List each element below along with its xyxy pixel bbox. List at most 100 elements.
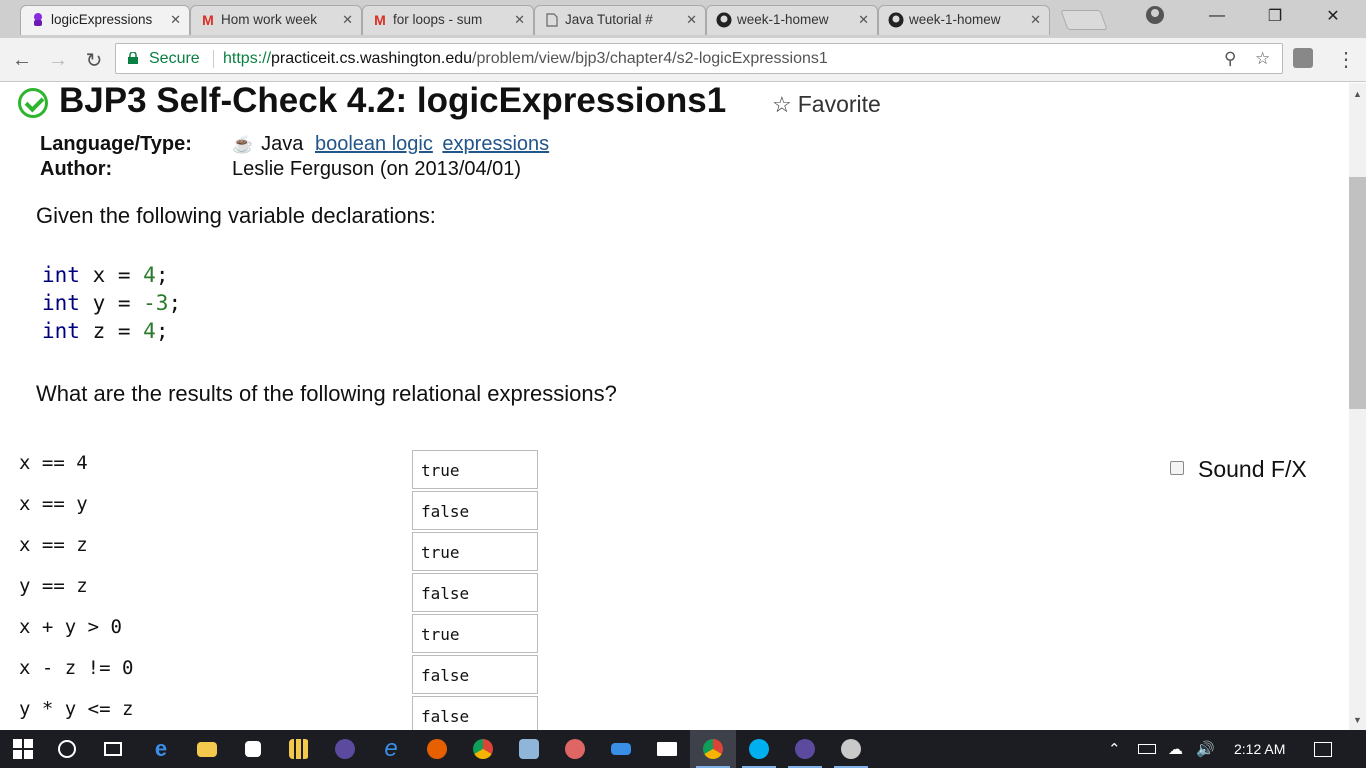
purple-bug-icon: [30, 12, 46, 28]
answer-input[interactable]: true: [412, 450, 538, 489]
edge-icon[interactable]: e: [138, 730, 184, 768]
tab-title: logicExpressions1: [51, 12, 153, 27]
github-icon: [888, 12, 904, 28]
tab-logic-expressions[interactable]: logicExpressions1 ✕: [20, 5, 190, 35]
bookmark-star-icon[interactable]: ☆: [1255, 44, 1270, 73]
cortana-icon[interactable]: [44, 730, 90, 768]
tab-title: week-1-homew: [909, 12, 1001, 27]
chrome-icon[interactable]: [460, 730, 506, 768]
url-text: https://practiceit.cs.washington.edu/pro…: [223, 50, 828, 67]
windows-logo-icon: [13, 739, 33, 759]
author-value: Leslie Ferguson (on 2013/04/01): [232, 158, 522, 180]
scroll-thumb[interactable]: [1349, 177, 1366, 409]
battery-icon[interactable]: [1138, 730, 1156, 768]
reload-icon[interactable]: ↻: [80, 46, 108, 74]
photos-icon[interactable]: [506, 730, 552, 768]
tab-strip: logicExpressions1 ✕ M Hom work week ✕ M …: [0, 0, 1366, 38]
answer-input[interactable]: true: [412, 532, 538, 571]
expression-label: x - z != 0: [19, 657, 134, 679]
start-button[interactable]: [0, 730, 46, 768]
browser-toolbar: ← → ↻ Secure https://practiceit.cs.washi…: [0, 38, 1366, 82]
chrome-active-icon[interactable]: [690, 730, 736, 768]
close-icon[interactable]: ✕: [342, 6, 353, 34]
tag-boolean-logic[interactable]: boolean logic: [315, 133, 433, 155]
sound-fx-toggle[interactable]: Sound F/X: [1170, 456, 1307, 483]
task-view-icon[interactable]: [90, 730, 136, 768]
firefox-icon[interactable]: [414, 730, 460, 768]
close-icon[interactable]: ✕: [686, 6, 697, 34]
java-icon[interactable]: [598, 730, 644, 768]
intro-text: Given the following variable declaration…: [36, 203, 436, 228]
answer-input[interactable]: false: [412, 696, 538, 730]
eclipse-icon[interactable]: [322, 730, 368, 768]
solved-check-icon: [18, 88, 48, 118]
scroll-up-icon[interactable]: ▲: [1349, 85, 1366, 102]
favorite-label: Favorite: [797, 91, 881, 117]
apps-grid-icon[interactable]: [276, 730, 322, 768]
expression-label: y * y <= z: [19, 698, 134, 720]
back-icon[interactable]: ←: [8, 46, 36, 74]
address-bar[interactable]: Secure https://practiceit.cs.washington.…: [115, 43, 1283, 74]
mail-icon[interactable]: [644, 730, 690, 768]
tab-week-1-homework[interactable]: week-1-homew ✕: [706, 5, 878, 35]
language-name: Java: [261, 133, 304, 155]
author-label: Author:: [40, 158, 113, 180]
tag-expressions[interactable]: expressions: [442, 133, 549, 155]
sound-fx-checkbox[interactable]: [1170, 461, 1184, 475]
file-explorer-icon[interactable]: [184, 730, 230, 768]
tab-title: week-1-homew: [737, 12, 829, 27]
menu-icon[interactable]: ⋮: [1336, 46, 1356, 74]
expression-label: y == z: [19, 575, 88, 597]
star-icon: ☆: [772, 92, 792, 117]
sound-fx-label: Sound F/X: [1198, 456, 1307, 482]
github-icon: [716, 12, 732, 28]
question-text: What are the results of the following re…: [36, 381, 617, 406]
zoom-icon[interactable]: ⚲: [1224, 44, 1236, 73]
gmail-icon: M: [374, 12, 386, 28]
notifications-icon[interactable]: [1314, 730, 1332, 768]
tab-title: for loops - sum: [393, 12, 483, 27]
tab-java-tutorial[interactable]: Java Tutorial # ✕: [534, 5, 706, 35]
network-icon[interactable]: ☁: [1168, 730, 1183, 768]
tray-chevron-icon[interactable]: ⌃: [1108, 730, 1121, 768]
favorite-button[interactable]: ☆ Favorite: [772, 91, 881, 118]
tab-title: Java Tutorial #: [565, 12, 653, 27]
code-line: int y = -3;: [42, 291, 182, 315]
close-window-icon[interactable]: ✕: [1304, 0, 1362, 32]
taskbar: e e ⌃ ☁ 🔊 2:12 AM: [0, 730, 1366, 768]
expression-label: x + y > 0: [19, 616, 122, 638]
volume-icon[interactable]: 🔊: [1196, 730, 1215, 768]
skype-icon[interactable]: [736, 730, 782, 768]
eclipse-2-icon[interactable]: [782, 730, 828, 768]
restore-icon[interactable]: ❐: [1246, 0, 1304, 32]
expression-label: x == z: [19, 534, 88, 556]
tab-week-1-homework-2[interactable]: week-1-homew ✕: [878, 5, 1050, 35]
scroll-down-icon[interactable]: ▼: [1349, 711, 1366, 728]
omnibox-separator: [213, 50, 214, 68]
clock[interactable]: 2:12 AM: [1234, 730, 1285, 768]
tab-for-loops[interactable]: M for loops - sum ✕: [362, 5, 534, 35]
page-title: BJP3 Self-Check 4.2: logicExpressions1: [59, 83, 727, 120]
internet-explorer-icon[interactable]: e: [368, 730, 414, 768]
answer-input[interactable]: false: [412, 573, 538, 612]
paint-brush-icon[interactable]: [828, 730, 874, 768]
language-value: ☕ Java boolean logic expressions: [232, 133, 549, 156]
extension-icon[interactable]: [1293, 48, 1313, 68]
answer-input[interactable]: true: [412, 614, 538, 653]
code-line: int x = 4;: [42, 263, 169, 287]
close-icon[interactable]: ✕: [170, 6, 181, 34]
tab-homework-week[interactable]: M Hom work week ✕: [190, 5, 362, 35]
paint-icon[interactable]: [552, 730, 598, 768]
store-icon[interactable]: [230, 730, 276, 768]
answer-input[interactable]: false: [412, 491, 538, 530]
answer-input[interactable]: false: [412, 655, 538, 694]
secure-label: Secure: [149, 50, 200, 67]
new-tab-button[interactable]: [1060, 10, 1108, 30]
profile-icon[interactable]: [1146, 6, 1164, 24]
close-icon[interactable]: ✕: [858, 6, 869, 34]
close-icon[interactable]: ✕: [514, 6, 525, 34]
close-icon[interactable]: ✕: [1030, 6, 1041, 34]
minimize-icon[interactable]: —: [1188, 0, 1246, 32]
expression-label: x == 4: [19, 452, 88, 474]
forward-icon[interactable]: →: [44, 46, 72, 74]
